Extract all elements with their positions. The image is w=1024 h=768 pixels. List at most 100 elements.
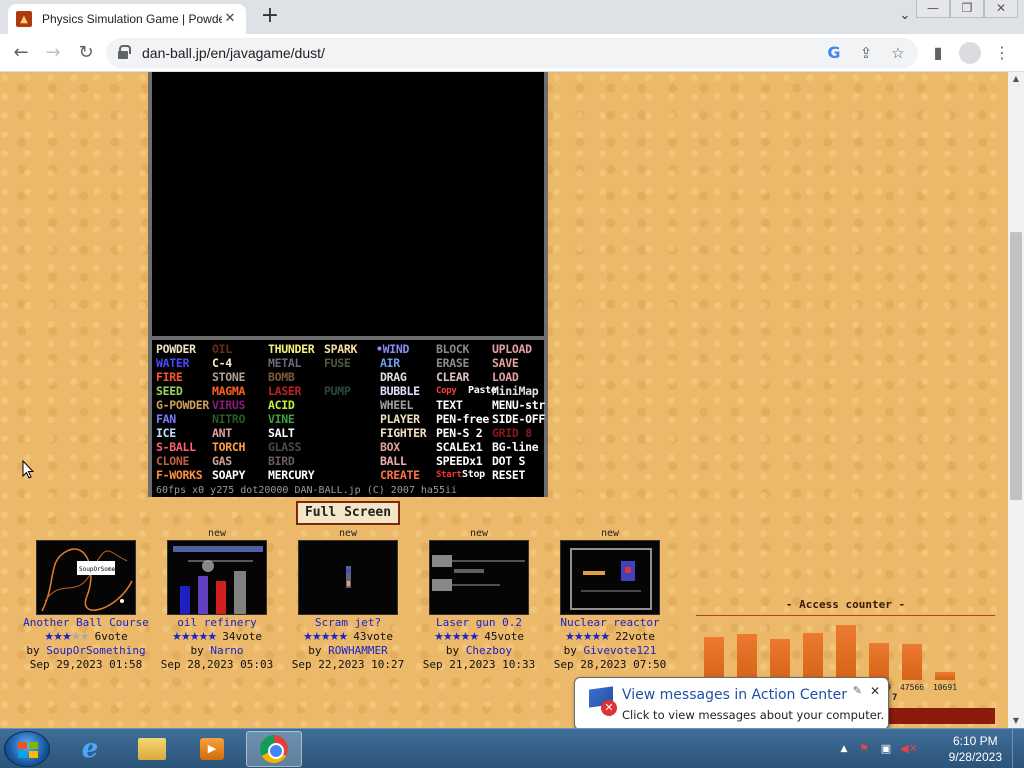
active-tab[interactable]: ▲ Physics Simulation Game | Powder ✕ [8, 4, 246, 34]
element-dot-s[interactable]: DOT S [492, 454, 525, 468]
element-clear[interactable]: CLEAR [436, 370, 469, 384]
element-fighter[interactable]: FIGHTER [380, 426, 427, 440]
element-upload[interactable]: UPLOAD [492, 342, 532, 356]
address-bar[interactable]: dan-ball.jp/en/javagame/dust/ G ⇪ ☆ [106, 38, 918, 68]
element-bird[interactable]: BIRD [268, 454, 295, 468]
upload-thumbnail[interactable] [298, 540, 398, 615]
show-hidden-icons[interactable]: ▲ [836, 741, 852, 757]
element-bomb[interactable]: BOMB [268, 370, 295, 384]
minimize-button[interactable]: — [916, 0, 950, 18]
element-minimap[interactable]: MiniMap [492, 384, 539, 398]
network-icon[interactable]: ▣ [878, 741, 894, 757]
element-drag[interactable]: DRAG [380, 370, 407, 384]
element-powder[interactable]: POWDER [156, 342, 196, 356]
new-tab-button[interactable]: + [258, 5, 282, 29]
author-link[interactable]: SoupOrSomething [46, 644, 145, 657]
element-save[interactable]: SAVE [492, 356, 519, 370]
author-link[interactable]: Givevote121 [584, 644, 657, 657]
element-stone[interactable]: STONE [212, 370, 245, 384]
upload-title-link[interactable]: oil refinery [147, 616, 287, 630]
share-icon[interactable]: ⇪ [856, 43, 876, 63]
element-fuse[interactable]: FUSE [324, 356, 351, 370]
upload-thumbnail[interactable] [167, 540, 267, 615]
element-ant[interactable]: ANT [212, 426, 232, 440]
element-s-ball[interactable]: S-BALL [156, 440, 196, 454]
element-air[interactable]: AIR [380, 356, 400, 370]
element-erase[interactable]: ERASE [436, 356, 469, 370]
upload-title-link[interactable]: Another Ball Course [16, 616, 156, 630]
element-bubble[interactable]: BUBBLE [380, 384, 420, 398]
url-text[interactable]: dan-ball.jp/en/javagame/dust/ [142, 45, 325, 61]
element-side-off[interactable]: SIDE-OFF [492, 412, 545, 426]
restore-button[interactable]: ❐ [950, 0, 984, 18]
element-g-powder[interactable]: G-POWDER [156, 398, 209, 412]
reload-button[interactable]: ↻ [73, 41, 99, 65]
element-pen-s-2[interactable]: PEN-S 2 [436, 426, 483, 440]
profile-avatar[interactable] [959, 42, 981, 64]
element-fan[interactable]: FAN [156, 412, 176, 426]
bookmark-star-icon[interactable]: ☆ [888, 43, 908, 63]
element-metal[interactable]: METAL [268, 356, 301, 370]
element-start[interactable]: Start [436, 470, 462, 480]
element-wind[interactable]: •WIND [376, 342, 409, 356]
upload-thumbnail[interactable]: SoupOrSome [36, 540, 136, 615]
element-fire[interactable]: FIRE [156, 370, 183, 384]
upload-title-link[interactable]: Nuclear reactor [540, 616, 680, 630]
element-virus[interactable]: VIRUS [212, 398, 245, 412]
element-acid[interactable]: ACID [268, 398, 295, 412]
close-window-button[interactable]: ✕ [984, 0, 1018, 18]
start-button[interactable] [4, 731, 50, 767]
element-laser[interactable]: LASER [268, 384, 301, 398]
element-seed[interactable]: SEED [156, 384, 183, 398]
google-lens-icon[interactable]: G [824, 43, 844, 63]
upload-thumbnail[interactable] [560, 540, 660, 615]
element-magma[interactable]: MAGMA [212, 384, 245, 398]
element-salt[interactable]: SALT [268, 426, 295, 440]
tab-close-icon[interactable]: ✕ [222, 11, 238, 27]
element-load[interactable]: LOAD [492, 370, 519, 384]
element-stop[interactable]: Stop [462, 469, 485, 480]
author-link[interactable]: Chezboy [466, 644, 512, 657]
internet-explorer-button[interactable]: e [62, 731, 118, 767]
element-menu-str[interactable]: MENU-str [492, 398, 545, 412]
element-thunder[interactable]: THUNDER [268, 342, 315, 356]
element-text[interactable]: TEXT [436, 398, 463, 412]
element-oil[interactable]: OIL [212, 342, 232, 356]
element-pen-free[interactable]: PEN-free [436, 412, 489, 426]
element-gas[interactable]: GAS [212, 454, 232, 468]
side-panel-icon[interactable]: ▮ [926, 41, 950, 65]
element-torch[interactable]: TORCH [212, 440, 245, 454]
upload-title-link[interactable]: Laser gun 0.2 [409, 616, 549, 630]
element-ball[interactable]: BALL [380, 454, 407, 468]
element-mercury[interactable]: MERCURY [268, 468, 315, 482]
element-copy[interactable]: Copy [436, 386, 457, 396]
element-f-works[interactable]: F-WORKS [156, 468, 203, 482]
action-center-notification[interactable]: ✕ View messages in Action Center Click t… [574, 677, 889, 742]
back-button[interactable]: ← [8, 41, 34, 65]
scroll-up-arrow[interactable]: ▲ [1008, 72, 1024, 86]
volume-muted-icon[interactable]: ◀✕ [900, 741, 918, 757]
notification-title[interactable]: View messages in Action Center [622, 687, 847, 703]
action-center-tray-icon[interactable]: ⚑ [856, 741, 872, 757]
pin-icon[interactable]: ✎ [853, 684, 862, 697]
element-spark[interactable]: SPARK [324, 342, 357, 356]
upload-title-link[interactable]: Scram jet? [278, 616, 418, 630]
full-screen-button[interactable]: Full Screen [296, 501, 400, 525]
media-player-button[interactable]: ▶ [184, 731, 240, 767]
element-clone[interactable]: CLONE [156, 454, 189, 468]
element-soapy[interactable]: SOAPY [212, 468, 245, 482]
element-speedx1[interactable]: SPEEDx1 [436, 454, 483, 468]
file-explorer-button[interactable] [124, 731, 180, 767]
scroll-down-arrow[interactable]: ▼ [1008, 714, 1024, 728]
element-wheel[interactable]: WHEEL [380, 398, 413, 412]
element-reset[interactable]: RESET [492, 468, 525, 482]
element-ice[interactable]: ICE [156, 426, 176, 440]
forward-button[interactable]: → [40, 41, 66, 65]
element-player[interactable]: PLAYER [380, 412, 420, 426]
show-desktop-button[interactable] [1012, 729, 1024, 768]
element-scalex1[interactable]: SCALEx1 [436, 440, 483, 454]
lock-icon[interactable] [118, 45, 131, 59]
element-c-4[interactable]: C-4 [212, 356, 232, 370]
element-water[interactable]: WATER [156, 356, 189, 370]
chrome-taskbar-button[interactable] [246, 731, 302, 767]
